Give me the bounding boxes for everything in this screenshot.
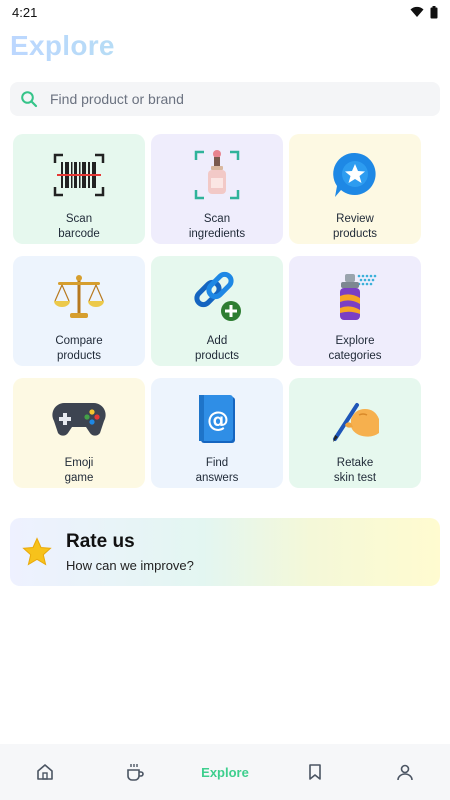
nav-home[interactable] bbox=[10, 744, 80, 800]
nav-cup[interactable] bbox=[100, 744, 170, 800]
tile-label: Explore categories bbox=[328, 335, 382, 362]
book-at-icon: @ bbox=[199, 395, 235, 443]
gamepad-icon bbox=[52, 403, 106, 436]
scan-barcode-tile[interactable]: Scan barcode bbox=[13, 134, 145, 244]
star-icon bbox=[22, 537, 52, 566]
rate-title: Rate us bbox=[66, 531, 135, 552]
nav-explore[interactable]: Explore bbox=[190, 744, 260, 800]
tile-label: Compare products bbox=[55, 335, 103, 362]
rate-text: Rate us How can we improve? bbox=[66, 531, 194, 573]
status-time: 4:21 bbox=[12, 4, 38, 20]
explore-categories-tile[interactable]: Explore categories bbox=[289, 256, 421, 366]
feature-grid: Scan barcode Scan ingredients Review pro… bbox=[13, 134, 450, 488]
battery-icon bbox=[430, 5, 438, 18]
scales-icon bbox=[54, 275, 104, 318]
tile-label: Scan barcode bbox=[58, 213, 100, 240]
link-add-icon bbox=[194, 271, 241, 321]
profile-icon bbox=[397, 764, 413, 781]
spray-can-icon bbox=[340, 274, 377, 320]
review-products-tile[interactable]: Review products bbox=[289, 134, 421, 244]
tile-label: Retake skin test bbox=[333, 457, 377, 484]
tile-label: Review products bbox=[332, 213, 378, 240]
scan-ingredients-tile[interactable]: Scan ingredients bbox=[151, 134, 283, 244]
status-icons bbox=[410, 5, 438, 19]
search-bar[interactable] bbox=[10, 82, 440, 116]
search-input[interactable] bbox=[50, 91, 430, 107]
bottom-nav: Explore bbox=[0, 744, 450, 800]
rate-us-banner[interactable]: Rate us How can we improve? bbox=[10, 518, 440, 586]
retake-skin-test-tile[interactable]: Retake skin test bbox=[289, 378, 421, 488]
star-bubble-icon bbox=[333, 152, 376, 197]
bookmark-icon bbox=[309, 764, 321, 780]
dropper-bottle-icon bbox=[194, 150, 240, 200]
emoji-game-tile[interactable]: Emoji game bbox=[13, 378, 145, 488]
search-icon bbox=[21, 91, 38, 108]
compare-products-tile[interactable]: Compare products bbox=[13, 256, 145, 366]
tile-label: Add products bbox=[194, 335, 240, 362]
barcode-icon bbox=[53, 153, 105, 197]
writing-hand-icon bbox=[333, 403, 379, 442]
tile-label: Find answers bbox=[195, 457, 239, 484]
add-products-tile[interactable]: Add products bbox=[151, 256, 283, 366]
find-answers-tile[interactable]: @ Find answers bbox=[151, 378, 283, 488]
nav-bookmarks[interactable] bbox=[280, 744, 350, 800]
wifi-icon bbox=[410, 6, 424, 17]
cup-icon bbox=[127, 764, 144, 781]
page-title: Explore bbox=[10, 30, 450, 66]
nav-profile[interactable] bbox=[370, 744, 440, 800]
nav-explore-label: Explore bbox=[201, 764, 249, 780]
home-icon bbox=[37, 764, 53, 780]
svg-text:@: @ bbox=[207, 408, 229, 433]
tile-label: Scan ingredients bbox=[188, 213, 246, 240]
tile-label: Emoji game bbox=[64, 457, 94, 484]
rate-subtitle: How can we improve? bbox=[66, 558, 194, 573]
status-bar: 4:21 bbox=[0, 0, 450, 24]
